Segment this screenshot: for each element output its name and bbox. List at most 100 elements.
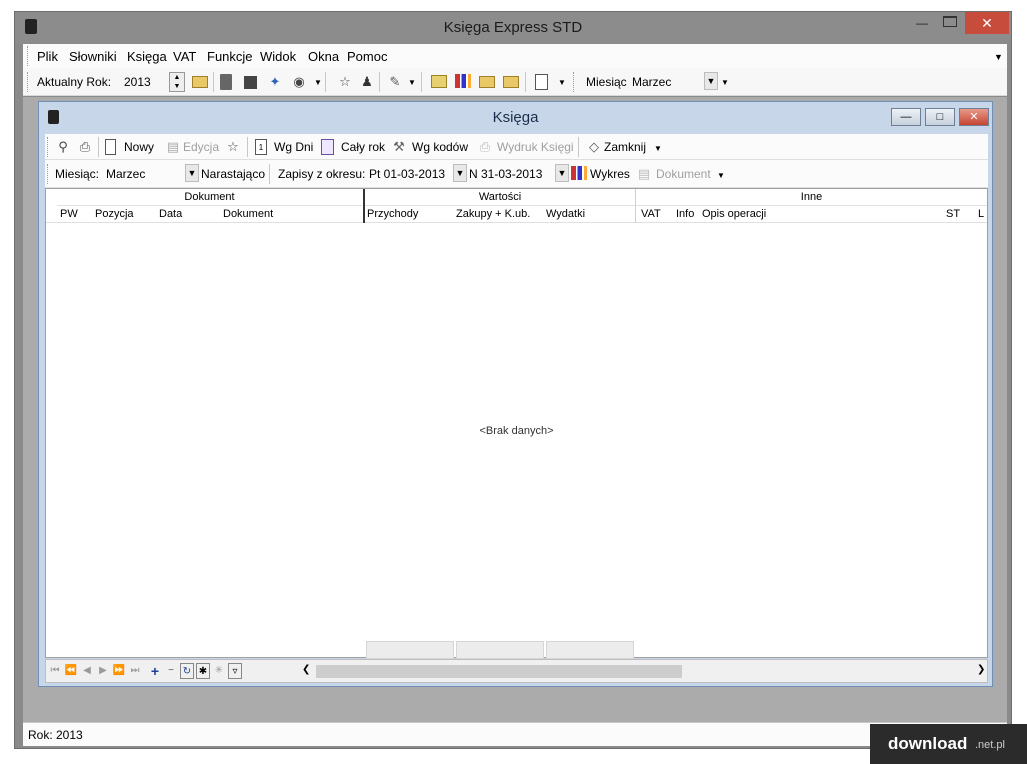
- by-codes-button[interactable]: Wg kodów: [412, 140, 468, 154]
- column-data[interactable]: Data: [159, 208, 182, 220]
- column-st[interactable]: ST: [946, 208, 960, 220]
- whole-year-button[interactable]: Cały rok: [341, 140, 385, 154]
- folder-icon[interactable]: [479, 76, 495, 88]
- prior-page-icon[interactable]: ⏪: [64, 663, 78, 679]
- column-l[interactable]: L: [978, 208, 986, 220]
- insert-record-icon[interactable]: +: [148, 663, 162, 679]
- copy-dropdown-icon[interactable]: ▼: [558, 78, 566, 87]
- month-dropdown-icon[interactable]: ▼: [721, 78, 729, 87]
- close-ledger-button[interactable]: Zamknij: [604, 140, 646, 154]
- date-from-field[interactable]: Pt 01-03-2013: [369, 167, 445, 181]
- asterisk-icon[interactable]: ✱: [196, 663, 210, 679]
- save-icon[interactable]: [244, 76, 257, 89]
- child-close-button[interactable]: ✕: [959, 108, 989, 126]
- document-button[interactable]: Dokument: [656, 167, 711, 181]
- date-to-arrow[interactable]: ▼: [555, 164, 569, 182]
- document-dropdown-icon[interactable]: ▼: [408, 78, 416, 87]
- calendar-day-icon[interactable]: 1: [255, 139, 267, 155]
- maximize-button[interactable]: [943, 16, 957, 27]
- menu-pomoc[interactable]: Pomoc: [347, 49, 387, 64]
- menu-slowniki[interactable]: Słowniki: [69, 49, 117, 64]
- child-maximize-button[interactable]: □: [925, 108, 955, 126]
- column-info[interactable]: Info: [676, 208, 694, 220]
- child-minimize-button[interactable]: —: [891, 108, 921, 126]
- month-filter-select[interactable]: Marzec: [106, 167, 145, 181]
- print-ledger-button[interactable]: Wydruk Księgi: [497, 140, 574, 154]
- date-from-arrow[interactable]: ▼: [453, 164, 467, 182]
- chart-button[interactable]: Wykres: [590, 167, 630, 181]
- preview-icon[interactable]: ⚲: [55, 139, 71, 155]
- search-person-icon[interactable]: ☆: [337, 74, 353, 90]
- cumulative-button[interactable]: Narastająco: [201, 167, 265, 181]
- next-record-icon[interactable]: ▶: [96, 663, 110, 679]
- scroll-right-arrow[interactable]: ❯: [977, 664, 985, 675]
- month-select-arrow[interactable]: ▼: [704, 72, 718, 90]
- prior-record-icon[interactable]: ◀: [80, 663, 94, 679]
- folder-add-icon[interactable]: [503, 76, 519, 88]
- menu-ksiega[interactable]: Księga: [127, 49, 167, 64]
- menu-funkcje[interactable]: Funkcje: [207, 49, 253, 64]
- scroll-left-arrow[interactable]: ❮: [302, 664, 310, 675]
- column-wydatki[interactable]: Wydatki: [546, 208, 585, 220]
- close-button[interactable]: ✕: [965, 12, 1009, 34]
- chart-icon[interactable]: [571, 166, 587, 180]
- toolbar-grip[interactable]: [47, 137, 50, 157]
- filter-icon[interactable]: ▿: [228, 663, 242, 679]
- calculator-icon[interactable]: [220, 74, 232, 90]
- document-icon[interactable]: ▤: [636, 166, 652, 182]
- toolbar-grip[interactable]: [47, 164, 50, 184]
- ledger-icon[interactable]: [431, 75, 447, 88]
- year-value[interactable]: 2013: [124, 75, 151, 89]
- year-spinner[interactable]: ▲ ▼: [169, 72, 185, 92]
- minimize-button[interactable]: —: [913, 16, 931, 30]
- asterisk-disabled-icon[interactable]: ✳: [212, 663, 226, 679]
- edit-button[interactable]: Edycja: [183, 140, 219, 154]
- close-dropdown-icon[interactable]: ▼: [654, 144, 662, 153]
- next-page-icon[interactable]: ⏩: [112, 663, 126, 679]
- new-document-icon[interactable]: [105, 139, 116, 155]
- first-record-icon[interactable]: ⏮: [48, 663, 62, 679]
- ledger-grid[interactable]: Dokument Wartości Inne PW Pozycja Data D…: [45, 188, 988, 659]
- new-button[interactable]: Nowy: [124, 140, 154, 154]
- edit-icon[interactable]: ▤: [165, 139, 181, 155]
- menu-widok[interactable]: Widok: [260, 49, 296, 64]
- month-filter-arrow[interactable]: ▼: [185, 164, 199, 182]
- chart-icon[interactable]: [455, 74, 471, 88]
- network-icon[interactable]: ✦: [267, 74, 283, 90]
- month-select[interactable]: Marzec: [632, 75, 671, 89]
- open-folder-icon[interactable]: [192, 76, 208, 88]
- menu-grip[interactable]: [27, 46, 30, 66]
- menu-overflow-icon[interactable]: ▼: [994, 52, 1003, 62]
- column-zakupy[interactable]: Zakupy + K.ub.: [456, 208, 530, 220]
- refresh-icon[interactable]: ↻: [180, 663, 194, 679]
- copy-document-icon[interactable]: [535, 74, 548, 90]
- view-dropdown-icon[interactable]: ▼: [314, 78, 322, 87]
- column-dokument[interactable]: Dokument: [223, 208, 273, 220]
- horizontal-scrollbar-thumb[interactable]: [316, 665, 682, 678]
- printer-icon[interactable]: ⎙: [77, 139, 93, 155]
- search-icon[interactable]: ☆: [225, 139, 241, 155]
- print-ledger-icon[interactable]: ⎙: [477, 139, 493, 155]
- toolbar-grip[interactable]: [573, 72, 576, 92]
- calendar-year-icon[interactable]: [321, 139, 334, 155]
- ksiega-toolbar: ⚲ ⎙ Nowy ▤ Edycja ☆ 1 Wg Dni Cały rok ⚒ …: [45, 134, 988, 160]
- view-eye-icon[interactable]: ◉: [291, 74, 307, 90]
- menu-vat[interactable]: VAT: [173, 49, 196, 64]
- last-record-icon[interactable]: ⏭: [128, 663, 142, 679]
- menu-okna[interactable]: Okna: [308, 49, 339, 64]
- lock-icon[interactable]: ◇: [586, 139, 602, 155]
- toolbar-grip[interactable]: [27, 72, 30, 92]
- column-pozycja[interactable]: Pozycja: [95, 208, 134, 220]
- delete-record-icon[interactable]: −: [164, 663, 178, 679]
- column-pw[interactable]: PW: [60, 208, 78, 220]
- by-days-button[interactable]: Wg Dni: [274, 140, 313, 154]
- document-dropdown-icon[interactable]: ▼: [717, 171, 725, 180]
- menu-plik[interactable]: Plik: [37, 49, 58, 64]
- column-vat[interactable]: VAT: [641, 208, 661, 220]
- person-icon[interactable]: ♟: [359, 74, 375, 90]
- column-opis[interactable]: Opis operacji: [702, 208, 766, 220]
- tools-icon[interactable]: ⚒: [391, 139, 407, 155]
- column-przychody[interactable]: Przychody: [367, 208, 418, 220]
- document-edit-icon[interactable]: ✎: [387, 74, 403, 90]
- date-to-field[interactable]: N 31-03-2013: [469, 167, 542, 181]
